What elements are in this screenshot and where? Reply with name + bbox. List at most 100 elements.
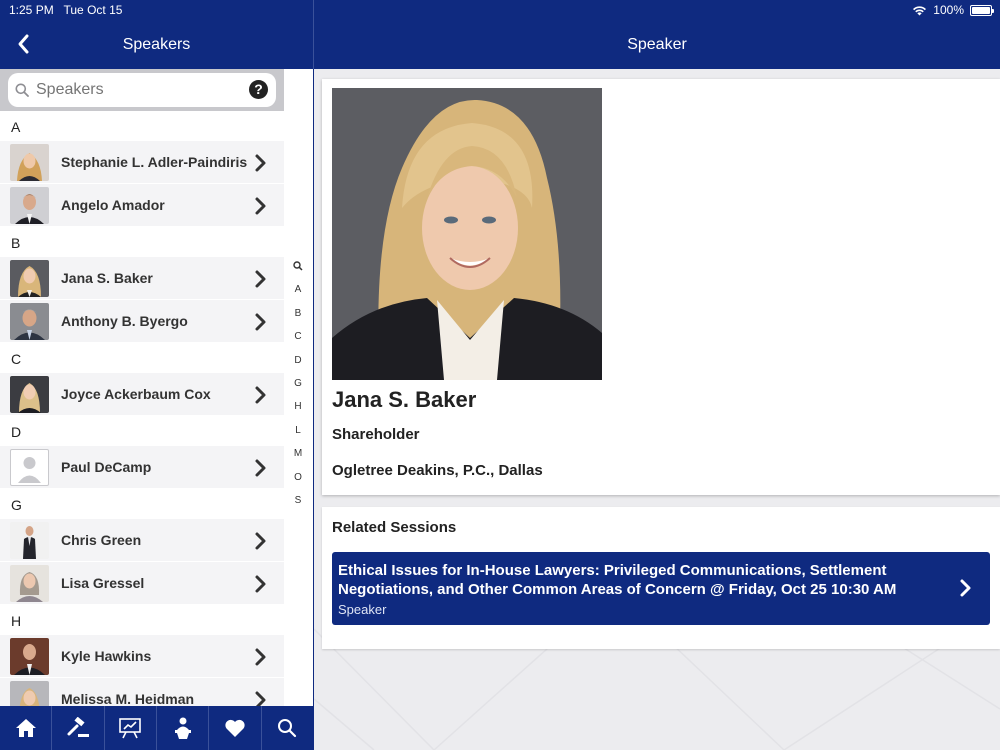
heart-icon	[225, 719, 245, 737]
status-indicators: 100%	[912, 3, 994, 17]
index-letter[interactable]: O	[289, 472, 307, 495]
battery-icon	[970, 4, 994, 16]
speaker-name: Stephanie L. Adler-Paindiris	[61, 154, 248, 170]
speaker-row[interactable]: Jana S. Baker	[0, 257, 284, 300]
index-letter[interactable]: C	[289, 331, 307, 354]
speaker-profile-card: Jana S. Baker Shareholder Ogletree Deaki…	[322, 79, 1000, 495]
index-letter[interactable]: S	[289, 495, 307, 518]
speaker-row[interactable]: Stephanie L. Adler-Paindiris	[0, 141, 284, 184]
speaker-name: Kyle Hawkins	[61, 648, 152, 664]
battery-percent: 100%	[933, 3, 964, 17]
speakers-list-panel: ? A Stephanie L. Adler-Paindiris Angelo …	[0, 69, 313, 706]
section-header: C	[0, 343, 284, 373]
speaker-row[interactable]: Angelo Amador	[0, 184, 284, 227]
speaker-row[interactable]: Lisa Gressel	[0, 562, 284, 605]
gavel-icon	[67, 717, 89, 737]
avatar	[10, 260, 49, 297]
speaker-nav-bar: Speaker	[314, 20, 1000, 69]
speaker-photo	[332, 88, 602, 380]
presentation-icon	[119, 718, 142, 739]
related-sessions-heading: Related Sessions	[332, 519, 457, 536]
speakers-nav-bar: Speakers	[0, 20, 313, 69]
speaker-name: Angelo Amador	[61, 197, 165, 213]
tab-speakers[interactable]	[157, 706, 210, 750]
index-letter[interactable]: L	[289, 425, 307, 448]
chevron-right-icon	[255, 459, 266, 477]
section-header: G	[0, 489, 284, 519]
speaker-row[interactable]: Paul DeCamp	[0, 446, 284, 489]
chevron-right-icon	[255, 648, 266, 666]
avatar	[10, 187, 49, 224]
related-sessions-card: Related Sessions Ethical Issues for In-H…	[322, 507, 1000, 649]
avatar-placeholder	[10, 449, 49, 486]
tab-home[interactable]	[0, 706, 53, 750]
avatar	[10, 522, 49, 559]
index-letter[interactable]: H	[289, 401, 307, 424]
tab-bar	[0, 706, 313, 750]
speaker-name: Chris Green	[61, 532, 142, 548]
chevron-right-icon	[255, 313, 266, 331]
speaker-detail-panel: Jana S. Baker Shareholder Ogletree Deaki…	[314, 69, 1000, 750]
speaker-name: Melissa M. Heidman	[61, 691, 195, 706]
chevron-right-icon	[255, 197, 266, 215]
status-bar: 1:25 PM Tue Oct 15 100%	[0, 0, 1000, 20]
tab-gavel[interactable]	[52, 706, 105, 750]
speaker-name: Anthony B. Byergo	[61, 313, 188, 329]
search-box[interactable]: ?	[8, 73, 276, 107]
speaker-name: Joyce Ackerbaum Cox	[61, 386, 211, 402]
wifi-icon	[913, 5, 927, 15]
session-title: Ethical Issues for In-House Lawyers: Pri…	[338, 562, 897, 598]
tab-search[interactable]	[262, 706, 313, 750]
search-icon	[293, 261, 303, 271]
speaker-name: Paul DeCamp	[61, 459, 152, 475]
index-letter[interactable]: G	[289, 378, 307, 401]
speaker-row[interactable]: Anthony B. Byergo	[0, 300, 284, 343]
tab-presentation[interactable]	[105, 706, 157, 750]
avatar	[10, 144, 49, 181]
alphabet-index[interactable]: A B C D G H L M O S	[289, 261, 307, 518]
chevron-right-icon	[960, 579, 971, 597]
tab-favorites[interactable]	[209, 706, 262, 750]
session-item[interactable]: Ethical Issues for In-House Lawyers: Pri…	[332, 552, 990, 625]
avatar	[10, 638, 49, 675]
help-icon[interactable]: ?	[249, 80, 268, 99]
speaker-organization: Ogletree Deakins, P.C., Dallas	[332, 462, 543, 479]
speaker-row[interactable]: Melissa M. Heidman	[0, 678, 284, 706]
index-letter[interactable]: A	[289, 284, 307, 307]
chevron-right-icon	[255, 691, 266, 706]
speaker-row[interactable]: Chris Green	[0, 519, 284, 562]
speaker-name-heading: Jana S. Baker	[332, 387, 477, 412]
chevron-right-icon	[255, 154, 266, 172]
search-icon	[15, 83, 29, 97]
section-header: D	[0, 416, 284, 446]
speaker-row[interactable]: Kyle Hawkins	[0, 635, 284, 678]
index-letter[interactable]: B	[289, 308, 307, 331]
chevron-right-icon	[255, 270, 266, 288]
home-icon	[15, 719, 36, 737]
section-header: A	[0, 111, 284, 141]
speaker-name: Lisa Gressel	[61, 575, 145, 591]
search-icon	[278, 719, 297, 738]
avatar	[10, 376, 49, 413]
index-search-icon[interactable]	[289, 261, 307, 284]
speaker-podium-icon	[174, 717, 191, 739]
session-role: Speaker	[338, 602, 387, 617]
speaker-nav-title: Speaker	[627, 36, 687, 53]
chevron-right-icon	[255, 532, 266, 550]
avatar	[10, 303, 49, 340]
speaker-row[interactable]: Joyce Ackerbaum Cox	[0, 373, 284, 416]
speaker-list: A Stephanie L. Adler-Paindiris Angelo Am…	[0, 111, 284, 706]
index-letter[interactable]: D	[289, 355, 307, 378]
search-bar: ?	[0, 69, 284, 111]
search-input[interactable]	[36, 78, 236, 102]
chevron-right-icon	[255, 386, 266, 404]
speaker-title: Shareholder	[332, 426, 420, 443]
avatar	[10, 681, 49, 706]
avatar	[10, 565, 49, 602]
speakers-nav-title: Speakers	[122, 36, 191, 53]
index-letter[interactable]: M	[289, 448, 307, 471]
section-header: B	[0, 227, 284, 257]
speaker-name: Jana S. Baker	[61, 270, 153, 286]
section-header: H	[0, 605, 284, 635]
chevron-right-icon	[255, 575, 266, 593]
